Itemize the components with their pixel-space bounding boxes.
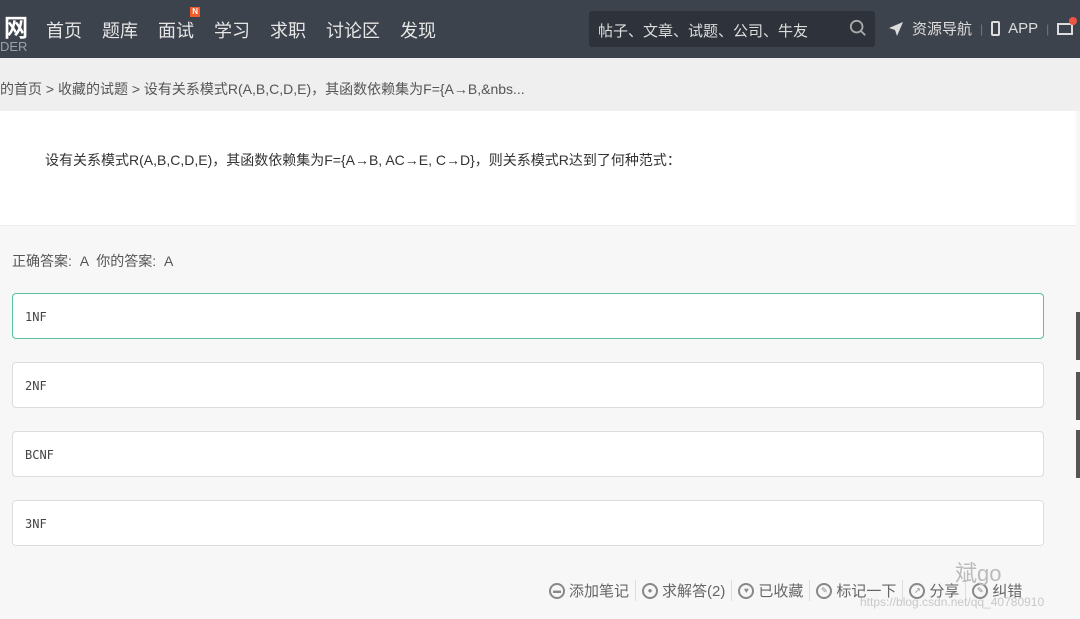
new-badge: N [190, 7, 200, 17]
heart-icon: ♥ [738, 582, 755, 599]
ask-answer-label: 求解答(2) [662, 583, 726, 600]
divider: | [1046, 21, 1050, 36]
logo-subtext: DER [0, 39, 28, 54]
option-d[interactable]: 3NF [12, 500, 1044, 546]
resources-link[interactable]: 资源导航 [912, 18, 972, 39]
nav-interview[interactable]: 面试 N [158, 7, 200, 43]
app-link[interactable]: APP [1008, 20, 1038, 37]
nav-discover[interactable]: 发现 [400, 17, 436, 43]
header-right: 资源导航 | APP | [888, 16, 1078, 39]
option-c[interactable]: BCNF [12, 431, 1044, 477]
search-icon[interactable] [849, 19, 867, 37]
question-text: 设有关系模式R(A,B,C,D,E)，其函数依赖集为F={A→B, AC→E, … [45, 152, 681, 168]
top-navbar: 网 DER 首页 题库 面试 N 学习 求职 讨论区 发现 帖子、文章、试题、公司… [0, 0, 1080, 58]
scrollbar[interactable] [1076, 430, 1080, 478]
add-note-button[interactable]: ▬ 添加笔记 [543, 580, 637, 601]
ask-answer-button[interactable]: ● 求解答(2) [636, 580, 733, 601]
nav-discussion[interactable]: 讨论区 [326, 17, 380, 43]
search-placeholder: 帖子、文章、试题、公司、牛友 [598, 23, 809, 40]
nav-jobs[interactable]: 求职 [270, 17, 306, 43]
option-a[interactable]: 1NF [12, 293, 1044, 339]
question-panel: 设有关系模式R(A,B,C,D,E)，其函数依赖集为F={A→B, AC→E, … [0, 111, 1076, 226]
main-nav: 首页 题库 面试 N 学习 求职 讨论区 发现 [46, 7, 436, 43]
mail-icon[interactable] [1057, 16, 1078, 35]
chat-icon: ● [642, 582, 659, 599]
nav-home[interactable]: 首页 [46, 17, 82, 43]
nav-interview-label: 面试 [158, 21, 194, 41]
watermark-url: https://blog.csdn.net/qq_40780910 [860, 595, 1045, 609]
scrollbar[interactable] [1076, 372, 1080, 420]
navigate-icon [889, 21, 903, 36]
breadcrumb[interactable]: 的首页 > 收藏的试题 > 设有关系模式R(A,B,C,D,E)，其函数依赖集为… [0, 58, 1080, 111]
answer-summary: 正确答案: A 你的答案: A [12, 253, 174, 269]
scrollbar[interactable] [1076, 312, 1080, 360]
book-icon: ▬ [549, 582, 565, 599]
pencil-icon: ✎ [816, 582, 833, 599]
favorited-button[interactable]: ♥ 已收藏 [732, 580, 811, 601]
divider: | [980, 21, 984, 36]
phone-icon [991, 21, 1001, 36]
favorited-label: 已收藏 [758, 583, 804, 600]
search-input[interactable]: 帖子、文章、试题、公司、牛友 [589, 11, 875, 47]
option-b[interactable]: 2NF [12, 362, 1044, 408]
watermark-brand: 斌go [955, 561, 1002, 586]
site-logo[interactable]: 网 [4, 8, 28, 43]
nav-question-bank[interactable]: 题库 [102, 17, 138, 43]
nav-learn[interactable]: 学习 [214, 17, 250, 43]
add-note-label: 添加笔记 [569, 583, 630, 600]
